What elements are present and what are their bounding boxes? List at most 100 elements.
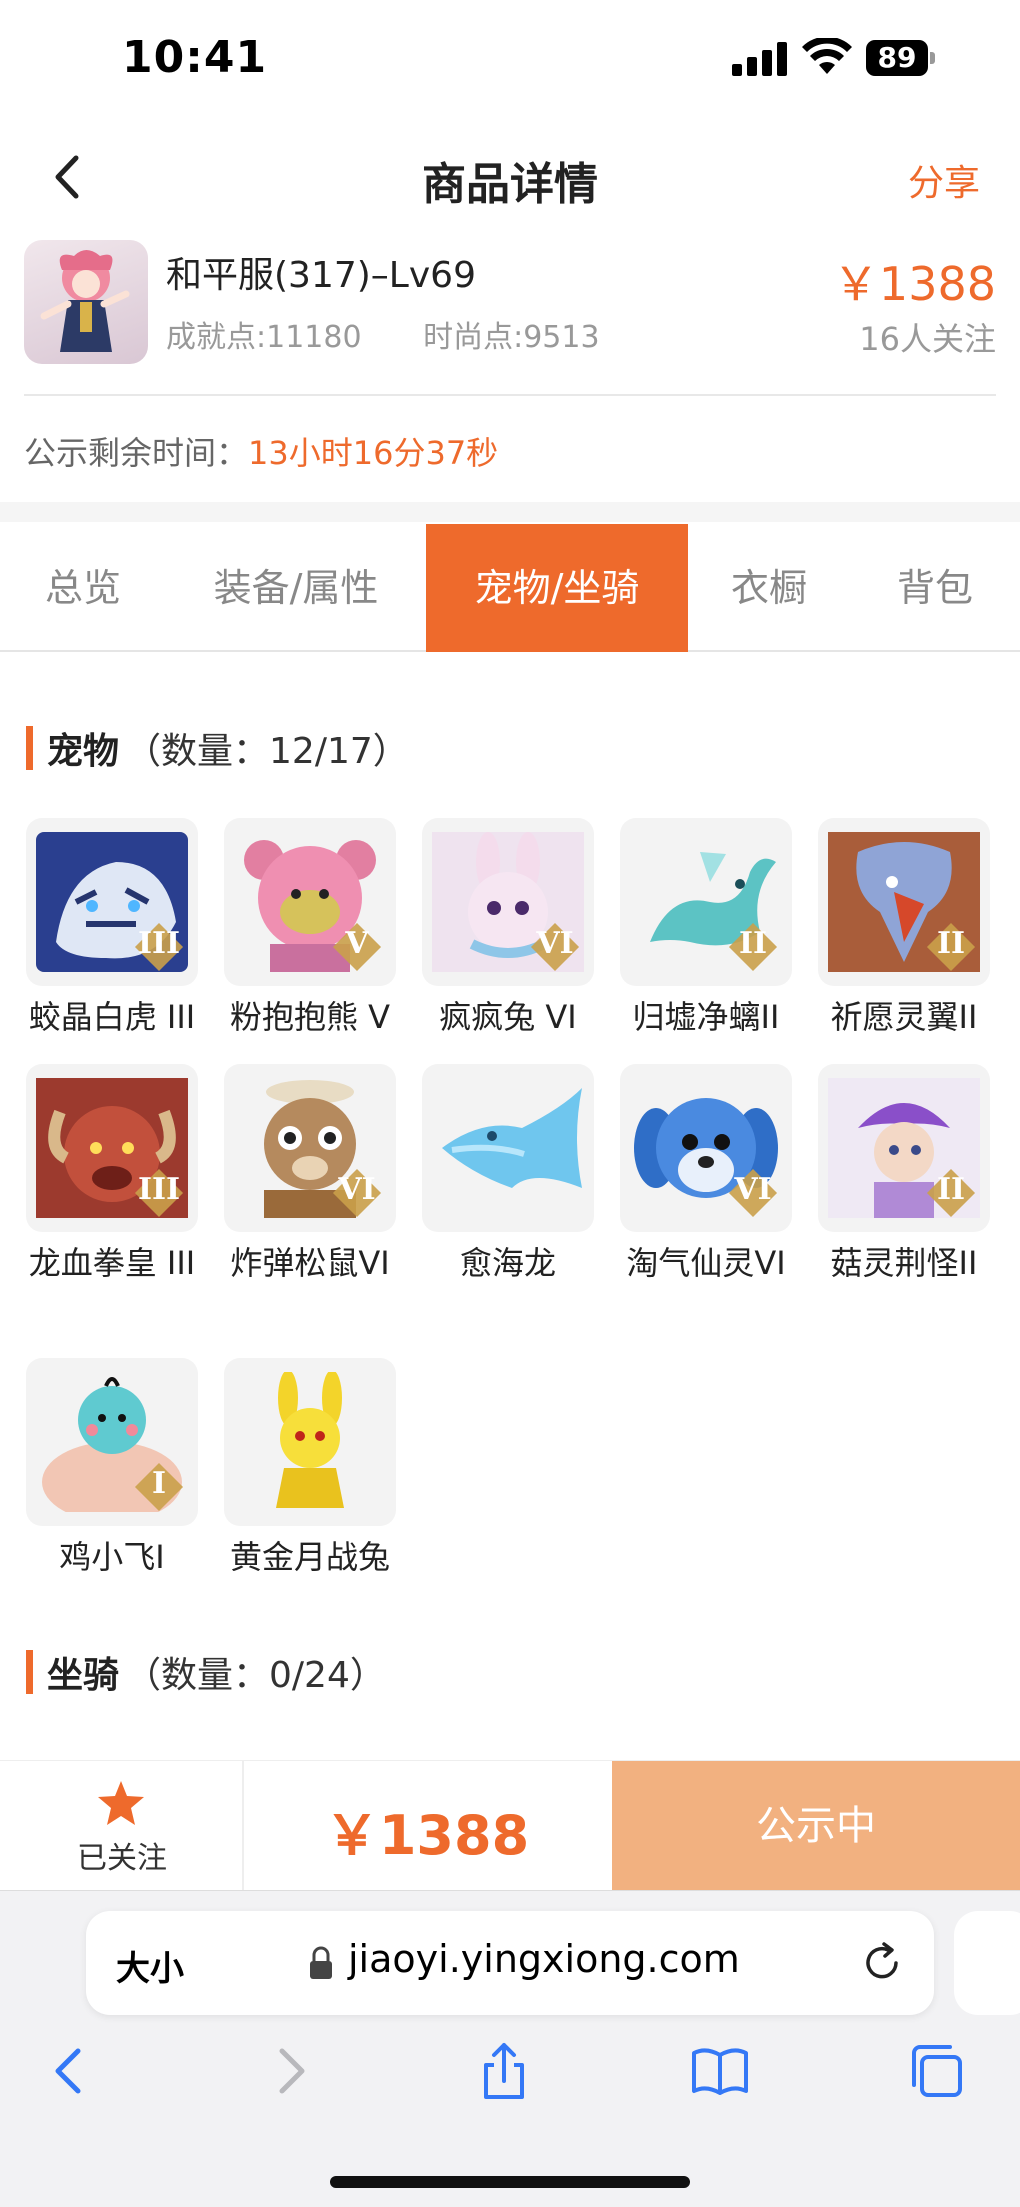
pets-section-heading: 宠物 （数量：12/17） bbox=[26, 726, 409, 772]
notice-label: 公示剩余时间： bbox=[24, 434, 249, 472]
follower-count: 16人关注 bbox=[859, 320, 996, 358]
nav-header: 商品详情 分享 bbox=[0, 130, 1020, 226]
bomb-squirrel-icon: VI bbox=[224, 1064, 396, 1232]
pet-item[interactable]: II 祈愿灵翼II bbox=[818, 818, 990, 1040]
crazy-rabbit-icon: VI bbox=[422, 818, 594, 986]
browser-toolbar: 大小 jiaoyi.yingxiong.com bbox=[0, 1890, 1020, 2207]
mounts-section-heading: 坐骑 （数量：0/24） bbox=[26, 1650, 386, 1696]
tab-wardrobe[interactable]: 衣橱 bbox=[688, 524, 850, 652]
pet-item[interactable]: VI 炸弹松鼠VI bbox=[224, 1064, 396, 1286]
pet-item[interactable]: II 菇灵荆怪II bbox=[818, 1064, 990, 1286]
browser-forward-icon[interactable] bbox=[260, 2041, 320, 2101]
tab-overview[interactable]: 总览 bbox=[0, 524, 166, 652]
pet-rank: VI bbox=[338, 1172, 376, 1207]
status-time: 10:41 bbox=[122, 32, 268, 83]
section-separator bbox=[0, 502, 1020, 522]
pet-name: 疯疯兔 VI bbox=[439, 998, 577, 1036]
rank-badge: V bbox=[332, 922, 382, 972]
pet-item[interactable]: II 归墟净螭II bbox=[620, 818, 792, 1040]
follow-label: 已关注 bbox=[77, 1841, 167, 1876]
bookmarks-icon[interactable] bbox=[690, 2041, 750, 2101]
spirit-bird-icon: II bbox=[818, 818, 990, 986]
pet-rank: I bbox=[151, 1466, 167, 1501]
pet-rank: III bbox=[137, 926, 181, 961]
signal-icon bbox=[732, 42, 787, 76]
fashion-points: 时尚点:9513 bbox=[423, 320, 600, 355]
pet-rank: V bbox=[345, 926, 369, 961]
pet-name: 祈愿灵翼II bbox=[830, 998, 978, 1036]
pets-section-title: 宠物 bbox=[47, 731, 120, 772]
tab-equipment[interactable]: 装备/属性 bbox=[166, 524, 426, 652]
wifi-icon bbox=[802, 38, 852, 74]
character-avatar bbox=[24, 240, 148, 364]
pet-item[interactable]: III 龙血拳皇 III bbox=[26, 1064, 198, 1286]
rank-badge: III bbox=[134, 922, 184, 972]
home-indicator bbox=[330, 2176, 690, 2188]
lock-icon bbox=[310, 1946, 332, 1979]
dragon-boxer-icon: III bbox=[26, 1064, 198, 1232]
pet-item[interactable]: V 粉抱抱熊 V bbox=[224, 818, 396, 1040]
pet-name: 蛟晶白虎 III bbox=[28, 998, 196, 1036]
rank-badge: II bbox=[926, 922, 976, 972]
page-title: 商品详情 bbox=[422, 159, 598, 210]
product-price: ￥1388 bbox=[832, 257, 996, 311]
pet-rank: VI bbox=[734, 1172, 772, 1207]
rank-badge: III bbox=[134, 1168, 184, 1218]
divider bbox=[24, 394, 996, 396]
browser-back-icon[interactable] bbox=[40, 2041, 100, 2101]
battery-level: 89 bbox=[866, 40, 928, 76]
next-tab-preview[interactable] bbox=[954, 1911, 1020, 2015]
rank-badge: VI bbox=[530, 922, 580, 972]
rank-badge: VI bbox=[332, 1168, 382, 1218]
pet-rank: II bbox=[738, 926, 768, 961]
pet-item[interactable]: VI 疯疯兔 VI bbox=[422, 818, 594, 1040]
rank-badge: II bbox=[728, 922, 778, 972]
address-bar[interactable]: 大小 jiaoyi.yingxiong.com bbox=[86, 1911, 934, 2015]
pet-rank: III bbox=[137, 1172, 181, 1207]
battery-icon: 89 bbox=[866, 40, 935, 76]
bottom-price: ￥1388 bbox=[324, 1804, 530, 1867]
share-sheet-icon[interactable] bbox=[474, 2041, 534, 2101]
white-tiger-icon: III bbox=[26, 818, 198, 986]
mushroom-spirit-icon: II bbox=[818, 1064, 990, 1232]
tab-backpack[interactable]: 背包 bbox=[850, 524, 1020, 652]
publicity-status-button[interactable]: 公示中 bbox=[612, 1761, 1020, 1891]
golden-rabbit-icon bbox=[224, 1358, 396, 1526]
mounts-section-count: （数量：0/24） bbox=[125, 1655, 386, 1696]
pet-rank: VI bbox=[536, 926, 574, 961]
tab-pets-mounts[interactable]: 宠物/坐骑 bbox=[426, 524, 688, 652]
rank-badge: VI bbox=[728, 1168, 778, 1218]
share-button[interactable]: 分享 bbox=[908, 154, 980, 206]
bottom-action-bar: 已关注 ￥1388 公示中 bbox=[0, 1760, 1020, 1891]
pet-item[interactable]: I 鸡小飞I bbox=[26, 1358, 198, 1580]
sea-dragon-icon bbox=[422, 1064, 594, 1232]
water-dragon-icon: II bbox=[620, 818, 792, 986]
pet-name: 黄金月战兔 bbox=[229, 1538, 390, 1576]
pet-name: 龙血拳皇 III bbox=[28, 1244, 196, 1282]
rank-badge: I bbox=[134, 1462, 184, 1512]
pet-name: 淘气仙灵VI bbox=[626, 1244, 786, 1282]
product-stats: 成就点:11180 时尚点:9513 bbox=[166, 312, 652, 356]
pet-name: 鸡小飞I bbox=[59, 1538, 165, 1576]
pet-name: 菇灵荆怪II bbox=[830, 1244, 978, 1282]
follow-button[interactable]: 已关注 bbox=[0, 1761, 244, 1891]
reload-icon[interactable] bbox=[860, 1941, 904, 1985]
pet-item[interactable]: VI 淘气仙灵VI bbox=[620, 1064, 792, 1286]
product-name: 和平服(317)–Lv69 bbox=[166, 255, 476, 296]
status-bar: 10:41 89 bbox=[0, 0, 1020, 120]
product-card: 和平服(317)–Lv69 成就点:11180 时尚点:9513 ￥1388 1… bbox=[0, 240, 1020, 400]
publicity-notice: 公示剩余时间：13小时16分37秒 bbox=[24, 428, 498, 474]
pet-item[interactable]: III 蛟晶白虎 III bbox=[26, 818, 198, 1040]
pet-item[interactable]: 愈海龙 bbox=[422, 1064, 594, 1286]
rank-badge: II bbox=[926, 1168, 976, 1218]
blue-puppy-icon: VI bbox=[620, 1064, 792, 1232]
pet-rank: II bbox=[936, 1172, 966, 1207]
text-size-button[interactable]: 大小 bbox=[116, 1941, 184, 1990]
pet-name: 粉抱抱熊 V bbox=[229, 998, 391, 1036]
pet-name: 炸弹松鼠VI bbox=[230, 1244, 390, 1282]
pet-name: 归墟净螭II bbox=[632, 998, 780, 1036]
chick-icon: I bbox=[26, 1358, 198, 1526]
tabs-icon[interactable] bbox=[906, 2041, 966, 2101]
pet-item[interactable]: 黄金月战兔 bbox=[224, 1358, 396, 1580]
tab-bar: 总览 装备/属性 宠物/坐骑 衣橱 背包 bbox=[0, 524, 1020, 652]
